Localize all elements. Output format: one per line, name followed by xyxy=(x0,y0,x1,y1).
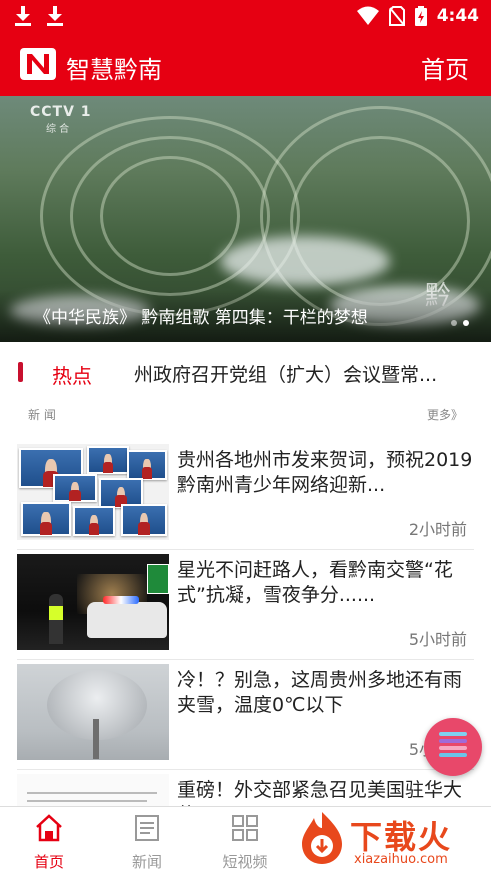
news-title: 星光不问赶路人，看黔南交警“花式”抗凝，雪夜争分...... xyxy=(177,559,453,606)
grid-icon xyxy=(232,815,258,841)
hot-marker xyxy=(18,362,23,382)
site-watermark: 下载火 xiazaihuo.com xyxy=(290,806,491,872)
news-icon xyxy=(135,815,159,841)
banner-carousel[interactable]: CCTV 1 综 合 黔 《中华民族》 黔南组歌 第四集：干栏的梦想 xyxy=(0,96,491,342)
clock: 4:44 xyxy=(436,6,479,26)
menu-icon xyxy=(439,732,467,760)
news-item[interactable]: 星光不问赶路人，看黔南交警“花式”抗凝，雪夜争分...... 5小时前 xyxy=(0,550,491,660)
news-time: 5小时前 xyxy=(408,630,467,649)
banner-caption-overlay: 《中华民族》 黔南组歌 第四集：干栏的梦想 xyxy=(0,290,491,342)
news-title: 贵州各地州市发来贺词，预祝2019黔南州青少年网络迎新... xyxy=(177,449,473,496)
news-title: 冷！？别急，这周贵州多地还有雨夹雪，温度0℃以下 xyxy=(177,669,463,716)
nav-label: 短视频 xyxy=(222,853,268,871)
hot-news-ticker[interactable]: 热点 州政府召开党组（扩大）会议暨常... xyxy=(0,342,491,402)
news-thumbnail xyxy=(17,664,169,760)
watermark-url: xiazaihuo.com xyxy=(354,852,448,867)
nav-label: 新闻 xyxy=(131,853,162,871)
news-thumbnail xyxy=(17,554,169,650)
wifi-icon xyxy=(356,6,379,25)
more-link[interactable]: 更多》 xyxy=(427,406,463,423)
channel-sub: 综 合 xyxy=(46,124,70,135)
hot-label: 热点 xyxy=(52,364,92,388)
banner-caption: 《中华民族》 黔南组歌 第四集：干栏的梦想 xyxy=(34,308,368,328)
app-header: 智慧黔南 首页 xyxy=(0,34,491,96)
app-title: 智慧黔南 xyxy=(66,56,162,84)
flame-logo-icon xyxy=(302,812,342,864)
download-icon xyxy=(46,6,64,26)
terrace-shape xyxy=(100,156,240,276)
home-icon xyxy=(36,814,62,842)
mist-cloud xyxy=(220,236,390,286)
app-logo xyxy=(20,48,56,80)
carousel-dots xyxy=(451,320,469,326)
no-sim-icon xyxy=(388,6,405,26)
nav-short-video[interactable]: 短视频 xyxy=(210,813,280,872)
nav-news[interactable]: 新闻 xyxy=(112,813,182,872)
download-icon xyxy=(14,6,32,26)
news-item[interactable]: 冷！？别急，这周贵州多地还有雨夹雪，温度0℃以下 5小时前 xyxy=(0,660,491,770)
carousel-dot[interactable] xyxy=(451,320,457,326)
news-section-header: 新 闻 更多》 xyxy=(0,402,491,430)
news-thumbnail xyxy=(17,444,169,540)
status-bar: 4:44 xyxy=(0,0,491,34)
battery-charging-icon xyxy=(414,6,427,26)
nav-label: 首页 xyxy=(33,853,64,871)
news-time: 2小时前 xyxy=(408,520,467,539)
floating-menu-button[interactable] xyxy=(424,718,482,776)
home-link[interactable]: 首页 xyxy=(421,50,469,85)
hot-headline[interactable]: 州政府召开党组（扩大）会议暨常... xyxy=(134,360,474,387)
channel-logo: CCTV 1 xyxy=(30,104,92,120)
section-title: 新 闻 xyxy=(28,408,56,422)
news-item[interactable]: 贵州各地州市发来贺词，预祝2019黔南州青少年网络迎新... 2小时前 xyxy=(0,440,491,550)
carousel-dot-active[interactable] xyxy=(463,320,469,326)
nav-home[interactable]: 首页 xyxy=(14,813,84,872)
